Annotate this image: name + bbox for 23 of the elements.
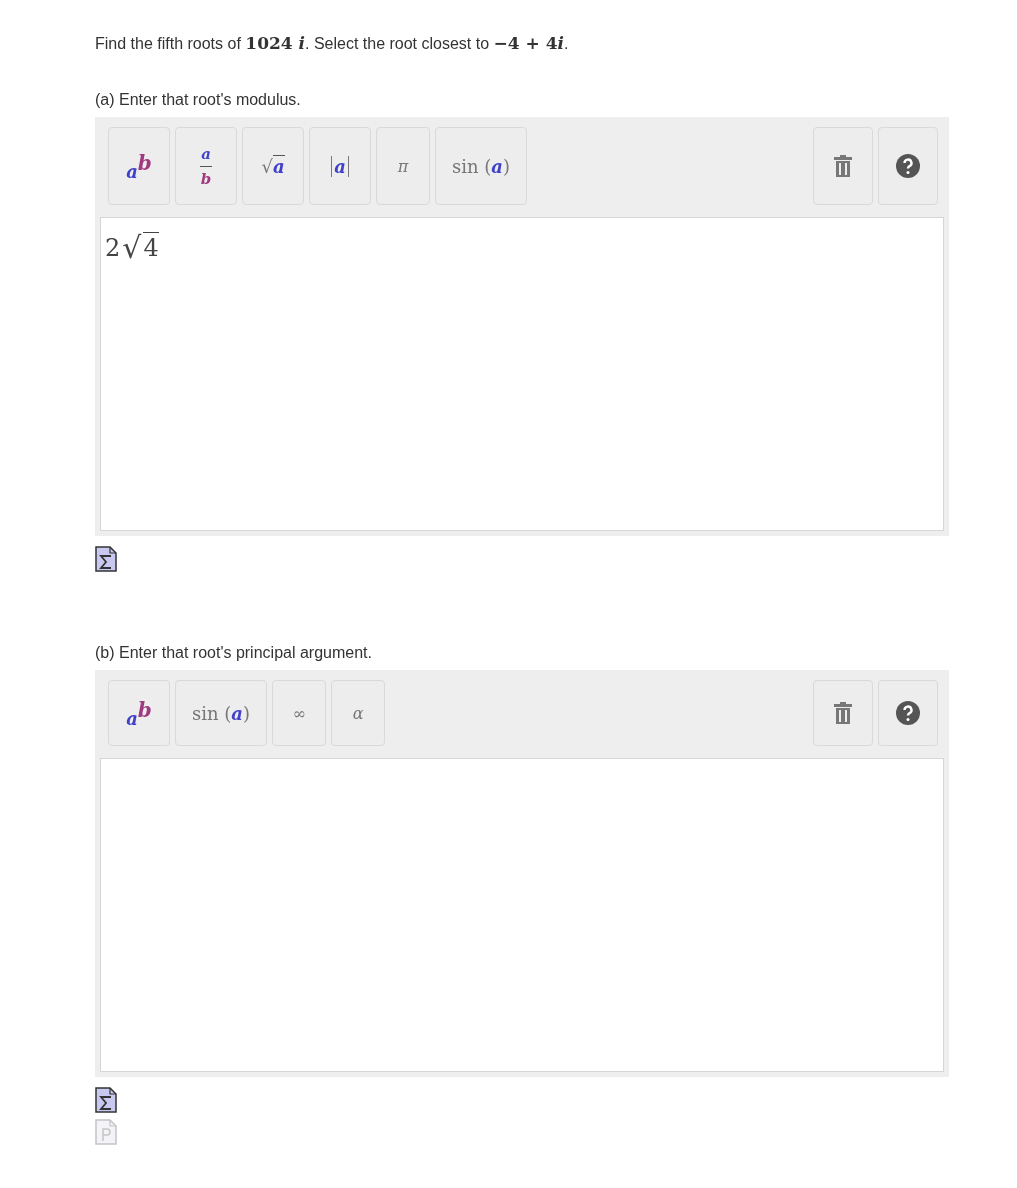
help-button[interactable] [878, 127, 938, 205]
formula-document-icon[interactable] [95, 546, 117, 572]
symbol-button[interactable]: π [376, 127, 430, 205]
symbol-button[interactable]: α [331, 680, 386, 746]
question-text: Find the fifth roots of 1024 i. Select the root closest to −4 + 4i. [95, 32, 570, 55]
help-icon [896, 154, 920, 178]
square-root-button[interactable]: √a [242, 127, 304, 205]
fraction-button[interactable]: a b [175, 127, 237, 205]
absolute-value-button[interactable]: a [309, 127, 371, 205]
formula-document-icon[interactable] [95, 1087, 117, 1113]
clear-button[interactable] [813, 680, 873, 746]
part-prompt: (b) Enter that root's principal argument. [95, 644, 373, 662]
help-icon [896, 701, 920, 725]
answer-field[interactable]: 2√4 [100, 217, 944, 531]
clear-button[interactable] [813, 127, 873, 205]
answer-field[interactable] [100, 758, 944, 1072]
sine-button[interactable]: sin (a) [435, 127, 528, 205]
help-button[interactable] [878, 680, 938, 746]
trash-icon [834, 702, 852, 724]
part-prompt: (a) Enter that root's modulus. [95, 91, 302, 109]
symbol-button[interactable]: ∞ [272, 680, 327, 746]
trash-icon [834, 155, 852, 177]
sine-button[interactable]: sin (a) [175, 680, 268, 746]
